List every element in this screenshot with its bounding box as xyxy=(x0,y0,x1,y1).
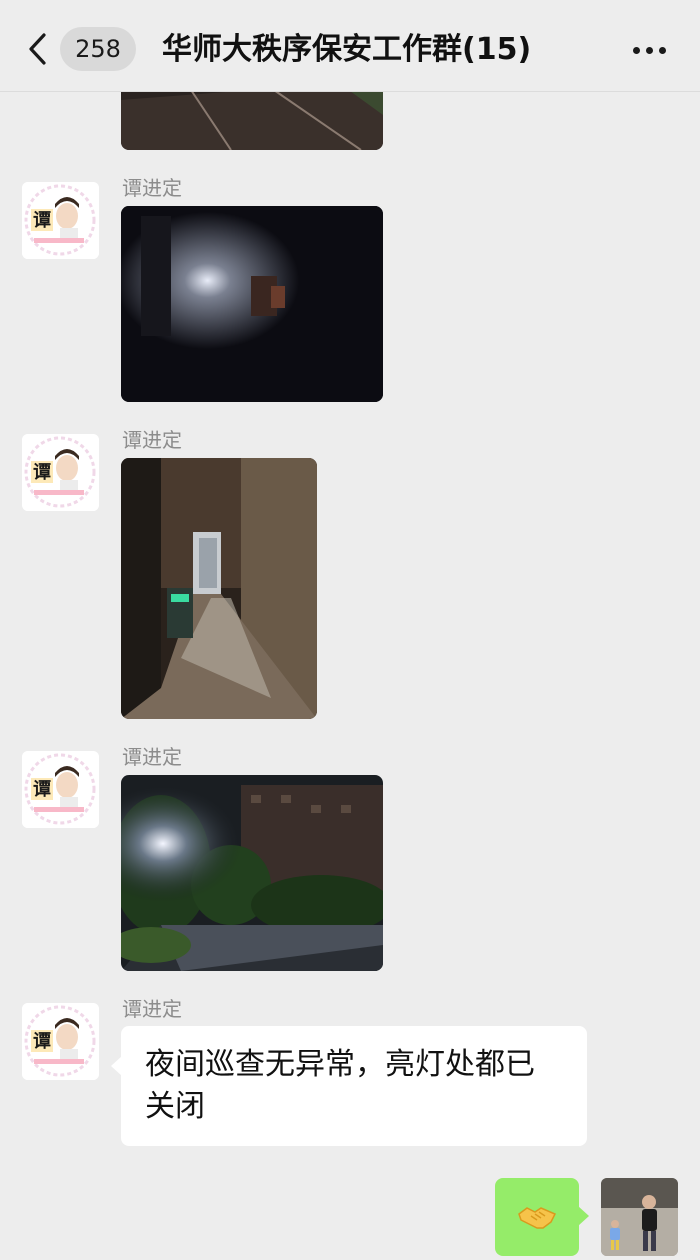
svg-text:谭: 谭 xyxy=(33,1031,51,1052)
avatar[interactable]: 谭 xyxy=(22,434,99,511)
more-dot-icon xyxy=(632,46,640,54)
chat-title: 华师大秩序保安工作群(15) xyxy=(162,32,532,67)
dark-hallway-photo xyxy=(121,206,383,402)
more-options-button[interactable] xyxy=(622,30,676,70)
message-text-line: 关闭 xyxy=(145,1089,205,1124)
more-dot-icon xyxy=(658,46,666,54)
back-button[interactable]: 258 xyxy=(22,26,142,72)
message-text-line: 夜间巡查无异常，亮灯处都已 xyxy=(145,1047,535,1082)
chevron-left-icon xyxy=(29,33,46,65)
sender-name: 谭进定 xyxy=(122,428,182,452)
image-message[interactable] xyxy=(121,206,383,402)
svg-text:谭: 谭 xyxy=(33,210,51,231)
avatar-portrait-icon: 谭 xyxy=(22,434,99,511)
self-avatar[interactable] xyxy=(601,1178,678,1256)
bubble-tail xyxy=(578,1206,589,1226)
corridor-photo xyxy=(121,458,317,719)
chat-header: 258 华师大秩序保安工作群(15) xyxy=(0,0,700,92)
avatar[interactable]: 谭 xyxy=(22,1003,99,1080)
text-message-bubble[interactable]: 夜间巡查无异常，亮灯处都已 关闭 xyxy=(111,1026,587,1146)
handshake-icon xyxy=(518,1207,557,1229)
self-message-bubble[interactable] xyxy=(495,1178,589,1256)
avatar[interactable]: 谭 xyxy=(22,751,99,828)
avatar[interactable]: 谭 xyxy=(22,182,99,259)
sender-name: 谭进定 xyxy=(122,176,182,200)
more-dot-icon xyxy=(645,46,653,54)
avatar-portrait-icon: 谭 xyxy=(22,182,99,259)
sender-name: 谭进定 xyxy=(122,745,182,769)
svg-text:谭: 谭 xyxy=(33,779,51,800)
unread-count-badge: 258 xyxy=(60,27,136,71)
avatar-portrait-icon: 谭 xyxy=(22,751,99,828)
avatar-portrait-icon: 谭 xyxy=(22,1003,99,1080)
image-message[interactable] xyxy=(121,458,317,719)
sender-name: 谭进定 xyxy=(122,997,182,1021)
image-message[interactable] xyxy=(121,775,383,971)
bubble-tail xyxy=(111,1056,122,1076)
night-campus-photo xyxy=(121,775,383,971)
svg-text:谭: 谭 xyxy=(33,462,51,483)
self-avatar-photo xyxy=(601,1178,678,1256)
